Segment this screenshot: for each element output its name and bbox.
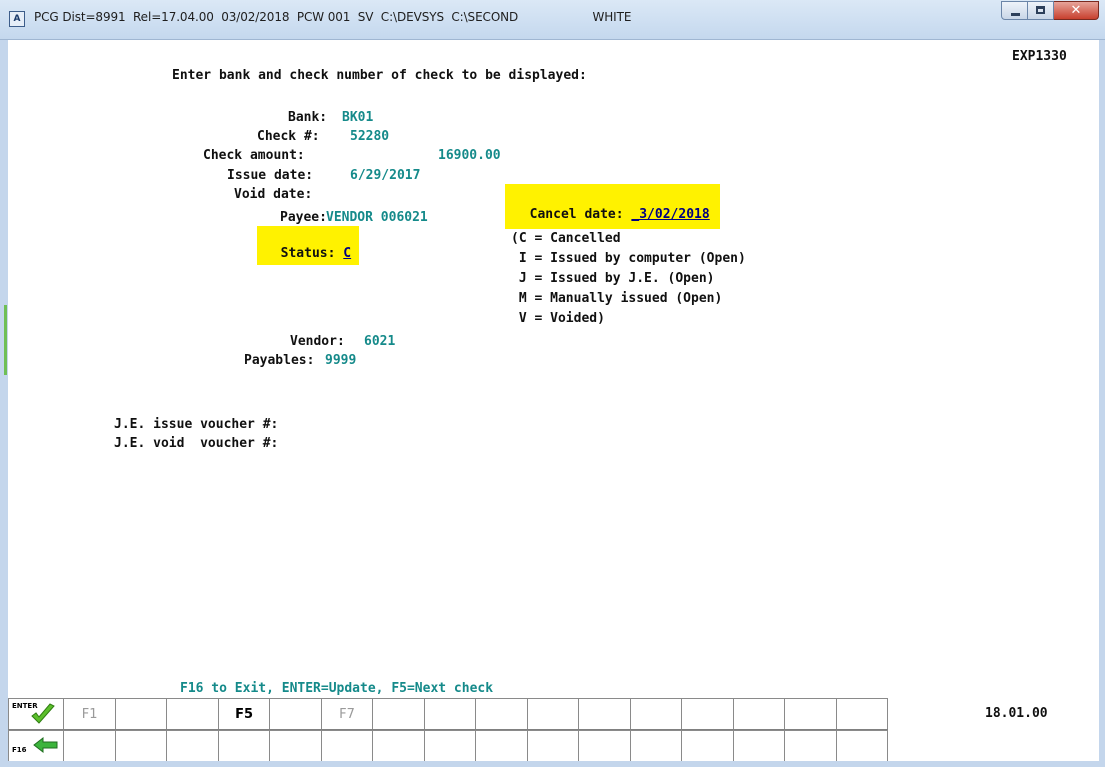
issue-date-value: 6/29/2017 [350, 168, 421, 183]
row1-key-16[interactable] [836, 698, 889, 729]
row2-key-14[interactable] [733, 730, 786, 761]
function-key-hint: F16 to Exit, ENTER=Update, F5=Next check [180, 681, 494, 696]
status-legend-2: J = Issued by J.E. (Open) [511, 271, 715, 286]
row2-key-15[interactable] [785, 730, 837, 761]
bank-label: Bank: [288, 110, 328, 125]
function-key-row-2: F16 [8, 729, 889, 761]
void-date-label: Void date: [234, 187, 313, 202]
cancel-date-field[interactable]: _3/02/2018 [631, 207, 709, 222]
checkmark-icon [31, 703, 55, 724]
row1-key-3[interactable] [167, 698, 219, 729]
window-frame-right [1099, 40, 1105, 767]
je-void-voucher-label: J.E. void voucher #: [114, 436, 279, 451]
row1-key-8[interactable] [424, 698, 477, 729]
status-legend-0: (C = Cancelled [511, 231, 621, 246]
check-number-field[interactable]: 52280 [350, 129, 389, 145]
bank-field[interactable]: BK01 [342, 110, 373, 126]
row1-key-4[interactable]: F5 [218, 698, 271, 729]
row1-key-15[interactable] [785, 698, 837, 729]
maximize-button[interactable] [1028, 1, 1054, 20]
payee-value: VENDOR 006021 [326, 210, 428, 225]
payables-label: Payables: [244, 353, 315, 368]
check-amount-label: Check amount: [203, 148, 305, 163]
row2-key-11[interactable] [579, 730, 631, 761]
minimize-icon [1011, 13, 1020, 16]
f16-exit-key[interactable]: F16 [8, 730, 65, 761]
program-id: EXP1330 [1012, 49, 1067, 64]
back-arrow-icon [33, 736, 58, 754]
row1-key-6[interactable]: F7 [321, 698, 374, 729]
function-key-bar: ENTER F1 F5 F7 F16 [8, 698, 889, 761]
status-label: Status: [280, 246, 336, 261]
status-legend-1: I = Issued by computer (Open) [511, 251, 746, 266]
clock-display: 18.01.00 [985, 706, 1048, 721]
cancel-date-label: Cancel date: [529, 207, 624, 222]
maximize-icon [1036, 6, 1045, 14]
je-issue-voucher-label: J.E. issue voucher #: [114, 417, 279, 432]
issue-date-label: Issue date: [227, 168, 314, 183]
row1-key-11[interactable] [579, 698, 631, 729]
vendor-value: 6021 [364, 334, 396, 349]
row2-key-4[interactable] [218, 730, 271, 761]
payee-label: Payee: [280, 210, 327, 225]
minimize-button[interactable] [1001, 1, 1028, 20]
row2-key-7[interactable] [373, 730, 425, 761]
window-controls: ✕ [1001, 1, 1099, 21]
row2-key-8[interactable] [424, 730, 477, 761]
row1-key-9[interactable] [476, 698, 528, 729]
check-amount-value: 16900.00 [438, 148, 501, 163]
f16-key-label: F16 [12, 746, 27, 754]
row1-key-12[interactable] [630, 698, 683, 729]
enter-key[interactable]: ENTER [8, 698, 65, 729]
window-frame-bottom [0, 761, 1105, 767]
status-legend-4: V = Voided) [511, 311, 605, 326]
row1-key-7[interactable] [373, 698, 425, 729]
status-legend-3: M = Manually issued (Open) [511, 291, 723, 306]
row1-key-1[interactable]: F1 [64, 698, 116, 729]
row2-key-16[interactable] [836, 730, 889, 761]
payables-value: 9999 [325, 353, 357, 368]
row2-key-3[interactable] [167, 730, 219, 761]
close-icon: ✕ [1070, 3, 1082, 18]
cancel-date-highlight: Cancel date: _3/02/2018 [505, 184, 720, 229]
row2-key-12[interactable] [630, 730, 683, 761]
row2-key-13[interactable] [682, 730, 734, 761]
status-field[interactable]: C [343, 246, 351, 261]
row2-key-2[interactable] [115, 730, 168, 761]
close-button[interactable]: ✕ [1054, 1, 1099, 20]
row1-key-5[interactable] [270, 698, 322, 729]
window-title: PCG Dist=8991 Rel=17.04.00 03/02/2018 PC… [34, 10, 632, 24]
screen-prompt: Enter bank and check number of check to … [172, 68, 587, 83]
status-highlight: Status: C [257, 226, 360, 265]
row1-key-10[interactable] [527, 698, 580, 729]
row1-key-13[interactable] [682, 698, 734, 729]
row2-key-10[interactable] [527, 730, 580, 761]
check-number-label: Check #: [257, 129, 320, 144]
window-frame-left [0, 40, 8, 767]
row1-key-14[interactable] [733, 698, 786, 729]
vendor-label: Vendor: [290, 334, 345, 349]
row1-key-2[interactable] [115, 698, 168, 729]
row2-key-6[interactable] [321, 730, 374, 761]
frame-marker [4, 305, 7, 375]
app-icon[interactable]: A [9, 11, 25, 27]
row2-key-1[interactable] [64, 730, 116, 761]
function-key-row-1: ENTER F1 F5 F7 [8, 698, 889, 729]
row2-key-9[interactable] [476, 730, 528, 761]
row2-key-5[interactable] [270, 730, 322, 761]
title-bar: A PCG Dist=8991 Rel=17.04.00 03/02/2018 … [0, 0, 1105, 40]
